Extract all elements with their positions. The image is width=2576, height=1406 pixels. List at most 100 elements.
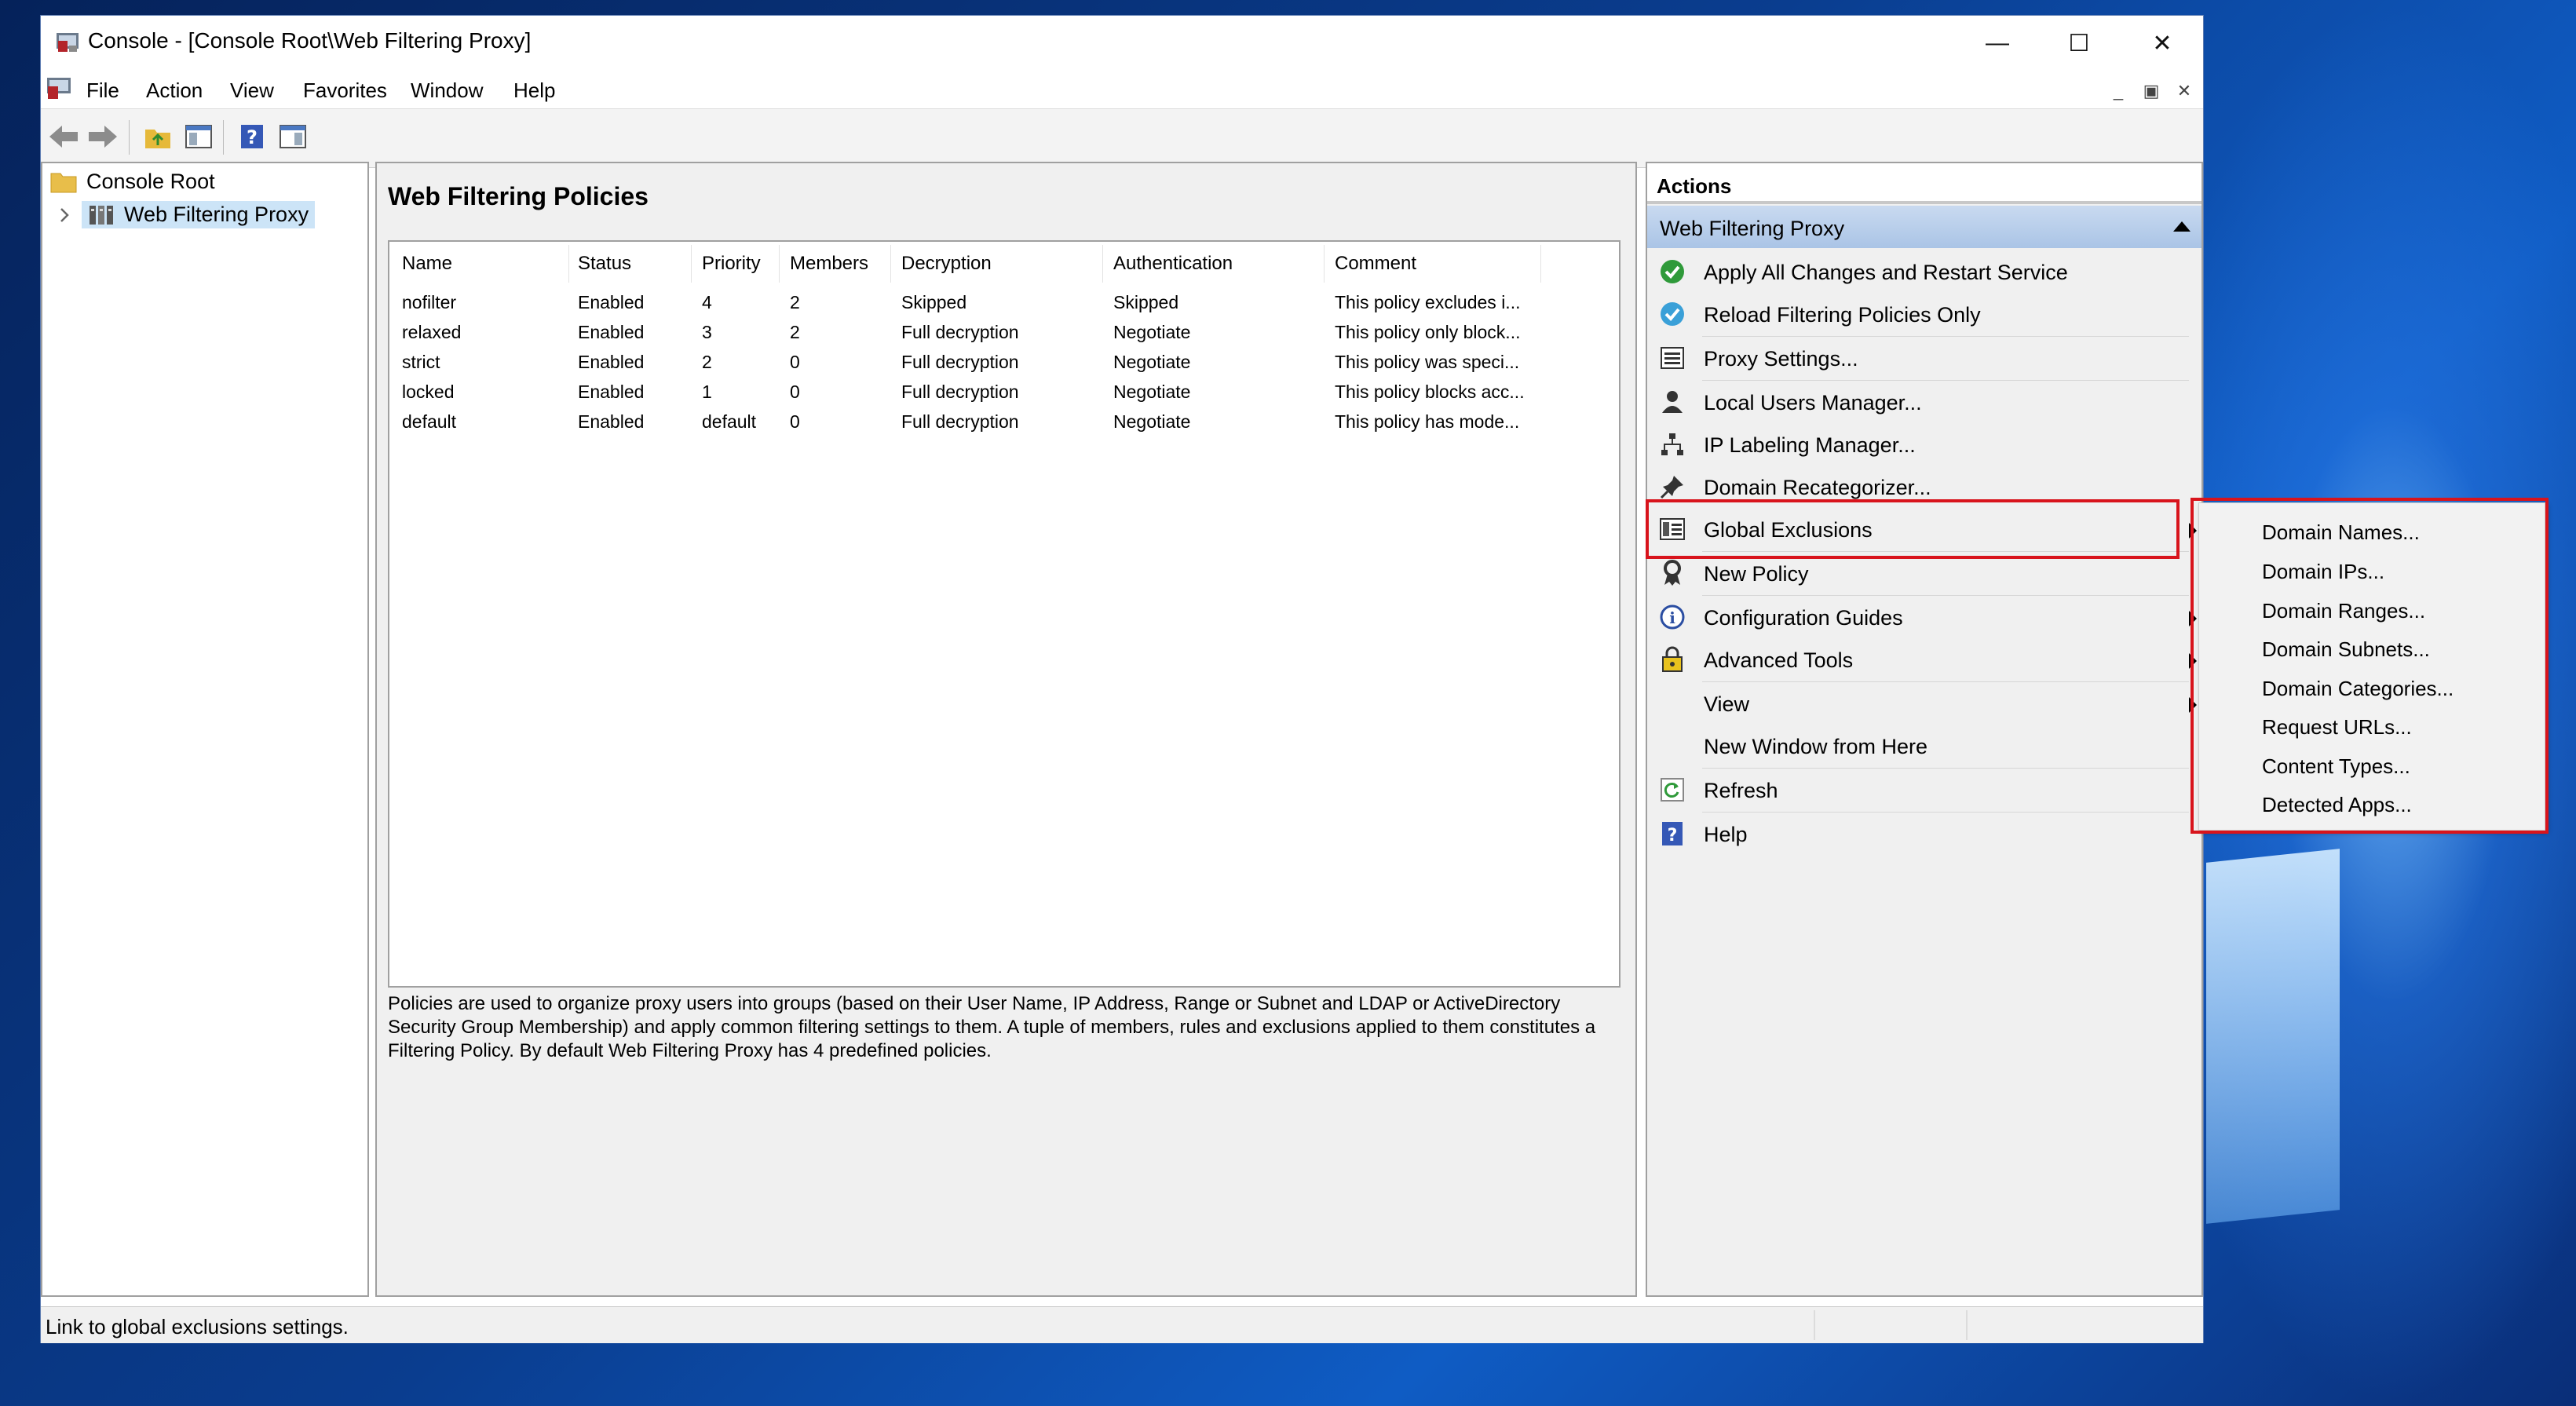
action-proxy-settings[interactable]: Proxy Settings... bbox=[1647, 336, 2201, 378]
action-label: Local Users Manager... bbox=[1704, 391, 1922, 414]
menu-window[interactable]: Window bbox=[411, 79, 483, 103]
column-header-decryption[interactable]: Decryption bbox=[901, 253, 992, 275]
help-icon: ? bbox=[1662, 822, 1683, 845]
action-view[interactable]: View bbox=[1647, 681, 2201, 724]
column-header-authentication[interactable]: Authentication bbox=[1113, 253, 1233, 275]
cell-decryption: Full decryption bbox=[901, 411, 1019, 432]
cell-priority: 2 bbox=[702, 352, 712, 372]
forward-button[interactable] bbox=[85, 119, 121, 155]
console-menu-icon[interactable] bbox=[46, 75, 72, 102]
menu-action[interactable]: Action bbox=[146, 79, 203, 103]
action-label: View bbox=[1704, 692, 1750, 716]
action-ip-labeling-manager[interactable]: IP Labeling Manager... bbox=[1647, 422, 2201, 465]
expand-chevron-icon[interactable] bbox=[58, 206, 71, 224]
proxy-snapin-icon bbox=[90, 205, 113, 225]
show-hide-tree-button[interactable] bbox=[181, 119, 217, 155]
folder-up-icon bbox=[145, 130, 170, 148]
svg-text:i: i bbox=[1669, 608, 1675, 627]
window-title: Console - [Console Root\Web Filtering Pr… bbox=[88, 28, 532, 53]
action-label: Advanced Tools bbox=[1704, 648, 1854, 672]
highlight-global-exclusions bbox=[1646, 499, 2180, 559]
column-header-members[interactable]: Members bbox=[790, 253, 868, 275]
back-button[interactable] bbox=[46, 119, 82, 155]
action-label: IP Labeling Manager... bbox=[1704, 433, 1916, 457]
maximize-button[interactable]: ☐ bbox=[2038, 16, 2120, 71]
cell-comment: This policy was speci... bbox=[1335, 352, 1520, 372]
cell-status: Enabled bbox=[578, 411, 645, 432]
cell-comment: This policy blocks acc... bbox=[1335, 382, 1525, 402]
cell-members: 0 bbox=[790, 352, 800, 372]
help-toolbar-button[interactable]: ? bbox=[234, 119, 270, 155]
actions-group-web-filtering-proxy[interactable]: Web Filtering Proxy bbox=[1647, 206, 2201, 248]
user-icon bbox=[1662, 391, 1683, 413]
column-header-name[interactable]: Name bbox=[402, 253, 452, 275]
forward-arrow-icon bbox=[89, 126, 117, 148]
console-app-icon bbox=[57, 33, 79, 52]
back-arrow-icon bbox=[49, 126, 78, 148]
column-header-comment[interactable]: Comment bbox=[1335, 253, 1416, 275]
action-new-window-from-here[interactable]: New Window from Here bbox=[1647, 724, 2201, 766]
show-hide-action-pane-button[interactable] bbox=[275, 119, 311, 155]
minimize-button[interactable]: — bbox=[1957, 16, 2038, 71]
action-label: Proxy Settings... bbox=[1704, 347, 1858, 371]
collapse-arrow-icon[interactable] bbox=[2173, 221, 2191, 232]
actions-header-label: Actions bbox=[1657, 174, 1732, 198]
cell-decryption: Full decryption bbox=[901, 352, 1019, 372]
mmc-window: Console - [Console Root\Web Filtering Pr… bbox=[41, 16, 2203, 1343]
status-bar: Link to global exclusions settings. bbox=[41, 1306, 2203, 1343]
ribbon-icon bbox=[1664, 560, 1681, 586]
cell-priority: 3 bbox=[702, 322, 712, 342]
menu-favorites[interactable]: Favorites bbox=[303, 79, 387, 103]
cell-authentication: Negotiate bbox=[1113, 382, 1191, 402]
cell-name: relaxed bbox=[402, 322, 462, 342]
info-icon: i bbox=[1660, 604, 1685, 630]
tree-item-web-filtering-proxy[interactable]: Web Filtering Proxy bbox=[58, 201, 316, 228]
title-bar[interactable]: Console - [Console Root\Web Filtering Pr… bbox=[41, 16, 2203, 71]
action-configuration-guides[interactable]: i Configuration Guides bbox=[1647, 595, 2201, 637]
check-circle-icon bbox=[1661, 260, 1684, 283]
lock-icon bbox=[1662, 646, 1683, 672]
cell-authentication: Negotiate bbox=[1113, 322, 1191, 342]
cell-authentication: Negotiate bbox=[1113, 352, 1191, 372]
tree-label-web-filtering-proxy: Web Filtering Proxy bbox=[124, 203, 309, 226]
desktop-logo-pane bbox=[2206, 849, 2340, 1224]
action-reload-filtering-policies[interactable]: Reload Filtering Policies Only bbox=[1647, 292, 2201, 334]
action-label: Refresh bbox=[1704, 779, 1778, 802]
up-one-level-button[interactable] bbox=[140, 119, 176, 155]
results-pane: Web Filtering Policies Name Status Prior… bbox=[375, 162, 1637, 1297]
action-label: New Window from Here bbox=[1704, 735, 1928, 758]
action-label: Help bbox=[1704, 823, 1748, 846]
page-title: Web Filtering Policies bbox=[388, 182, 649, 210]
cell-members: 2 bbox=[790, 292, 800, 312]
policies-list[interactable]: Name Status Priority Members Decryption … bbox=[388, 240, 1621, 988]
help-icon: ? bbox=[241, 125, 263, 148]
cell-status: Enabled bbox=[578, 292, 645, 312]
close-button[interactable]: ✕ bbox=[2121, 16, 2203, 71]
cell-comment: This policy only block... bbox=[1335, 322, 1521, 342]
cell-comment: This policy excludes i... bbox=[1335, 292, 1521, 312]
action-refresh[interactable]: Refresh bbox=[1647, 768, 2201, 810]
action-apply-all-changes[interactable]: Apply All Changes and Restart Service bbox=[1647, 250, 2201, 292]
tree-item-console-root[interactable]: Console Root bbox=[50, 170, 215, 194]
menu-file[interactable]: File bbox=[86, 79, 119, 103]
highlight-submenu bbox=[2191, 498, 2549, 834]
mdi-close-button[interactable]: ✕ bbox=[2169, 75, 2200, 107]
cell-name: locked bbox=[402, 382, 455, 402]
menu-help[interactable]: Help bbox=[513, 79, 555, 103]
action-advanced-tools[interactable]: Advanced Tools bbox=[1647, 637, 2201, 680]
menu-view[interactable]: View bbox=[230, 79, 274, 103]
cell-authentication: Skipped bbox=[1113, 292, 1179, 312]
tree-selection: Web Filtering Proxy bbox=[82, 201, 316, 228]
status-text: Link to global exclusions settings. bbox=[46, 1315, 349, 1338]
pin-icon bbox=[1660, 476, 1683, 499]
column-header-priority[interactable]: Priority bbox=[702, 253, 761, 275]
cell-name: default bbox=[402, 411, 457, 432]
mdi-restore-button[interactable]: ▣ bbox=[2136, 75, 2167, 107]
mdi-minimize-button[interactable]: _ bbox=[2103, 75, 2134, 107]
cell-priority: default bbox=[702, 411, 757, 432]
tree-label-console-root: Console Root bbox=[86, 170, 215, 193]
folder-icon bbox=[50, 173, 77, 192]
column-header-status[interactable]: Status bbox=[578, 253, 631, 275]
action-help[interactable]: ? Help bbox=[1647, 812, 2201, 854]
action-local-users-manager[interactable]: Local Users Manager... bbox=[1647, 380, 2201, 422]
